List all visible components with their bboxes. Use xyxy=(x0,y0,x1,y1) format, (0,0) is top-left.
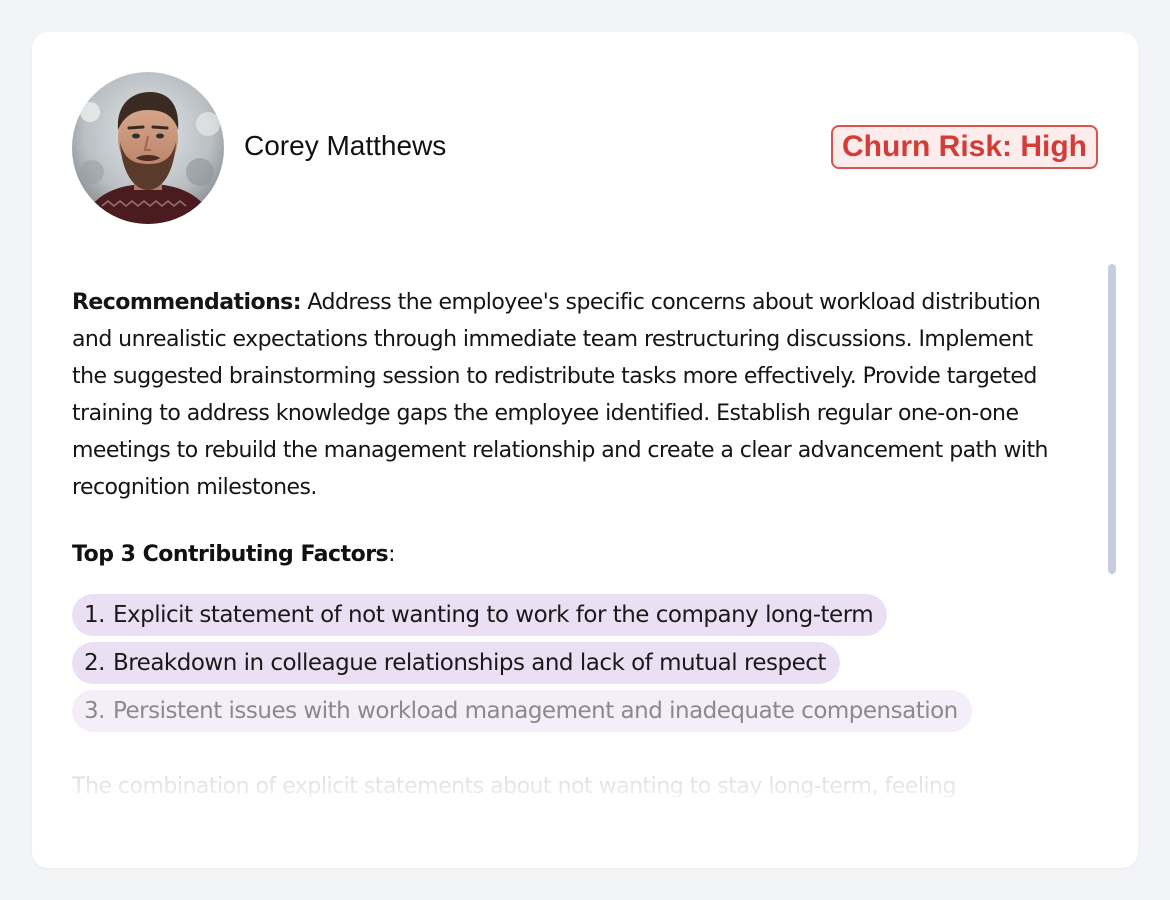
factor-item-3: 3. Persistent issues with workload manage… xyxy=(72,690,972,732)
avatar-photo xyxy=(72,72,224,224)
factor-number: 2. xyxy=(84,650,105,676)
contributing-factors-list: 1. Explicit statement of not wanting to w… xyxy=(72,594,1062,738)
factor-text: Explicit statement of not wanting to wor… xyxy=(112,602,874,628)
recommendations-paragraph: Recommendations: Address the employee's … xyxy=(72,284,1062,506)
factor-row-2: 2. Breakdown in colleague relationships a… xyxy=(72,642,1062,690)
vertical-scrollbar[interactable] xyxy=(1108,264,1116,574)
factor-number: 1. xyxy=(84,602,105,628)
factor-item-2: 2. Breakdown in colleague relationships a… xyxy=(72,642,840,684)
employee-name: Corey Matthews xyxy=(244,130,447,161)
factor-item-1: 1. Explicit statement of not wanting to w… xyxy=(72,594,888,636)
factor-text: Persistent issues with workload manageme… xyxy=(112,698,958,724)
recommendations-label: Recommendations: xyxy=(72,290,302,315)
factor-row-3: 3. Persistent issues with workload manage… xyxy=(72,690,1062,738)
factor-number: 3. xyxy=(84,698,105,724)
churn-risk-badge: Churn Risk: High xyxy=(831,125,1098,169)
employee-churn-card: Corey Matthews Churn Risk: High Recommen… xyxy=(32,32,1138,868)
factors-heading: Top 3 Contributing Factors: xyxy=(72,538,1062,572)
factor-row-1: 1. Explicit statement of not wanting to w… xyxy=(72,594,1062,642)
recommendations-text: Address the employee's specific concerns… xyxy=(72,290,1048,500)
factors-heading-suffix: : xyxy=(388,542,396,567)
analysis-content: Recommendations: Address the employee's … xyxy=(72,284,1062,802)
avatar xyxy=(72,72,224,224)
factors-heading-label: Top 3 Contributing Factors xyxy=(72,542,389,567)
factor-text: Breakdown in colleague relationships and… xyxy=(112,650,827,676)
summary-paragraph: The combination of explicit statements a… xyxy=(72,774,956,799)
page-background: Corey Matthews Churn Risk: High Recommen… xyxy=(0,0,1170,900)
